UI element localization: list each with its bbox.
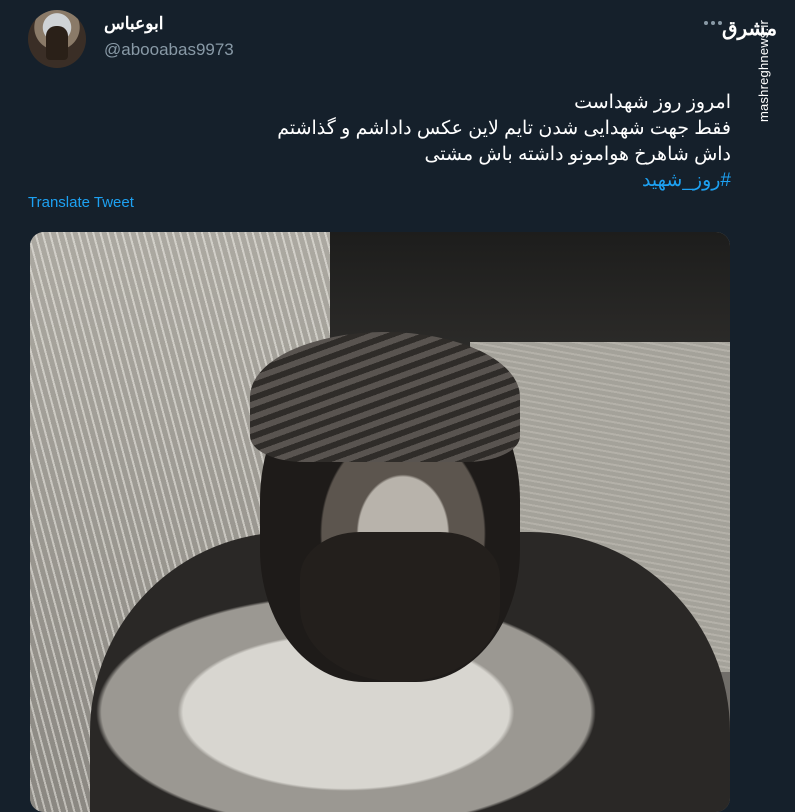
watermark-url: mashreghnews.ir [756,20,771,122]
user-handle[interactable]: @abooabas9973 [104,40,234,60]
avatar-figure [46,26,68,60]
photo-turban [250,332,520,462]
photo-beard [300,532,500,682]
tweet-text: امروز روز شهداست فقط جهت شهدایی شدن تایم… [51,90,731,194]
hashtag-link[interactable]: #روز_شهید [51,168,731,194]
tweet-line: داش شاهرخ هوامونو داشته باش مشتی [424,144,731,165]
tweet-line: امروز روز شهداست [574,92,731,113]
tweet-photo[interactable] [30,232,730,812]
translate-tweet-link[interactable]: Translate Tweet [28,194,134,211]
tweet-line: فقط جهت شهدایی شدن تایم لاین عکس داداشم … [277,118,731,139]
avatar[interactable] [28,10,86,68]
display-name[interactable]: ابوعباس [104,14,163,34]
